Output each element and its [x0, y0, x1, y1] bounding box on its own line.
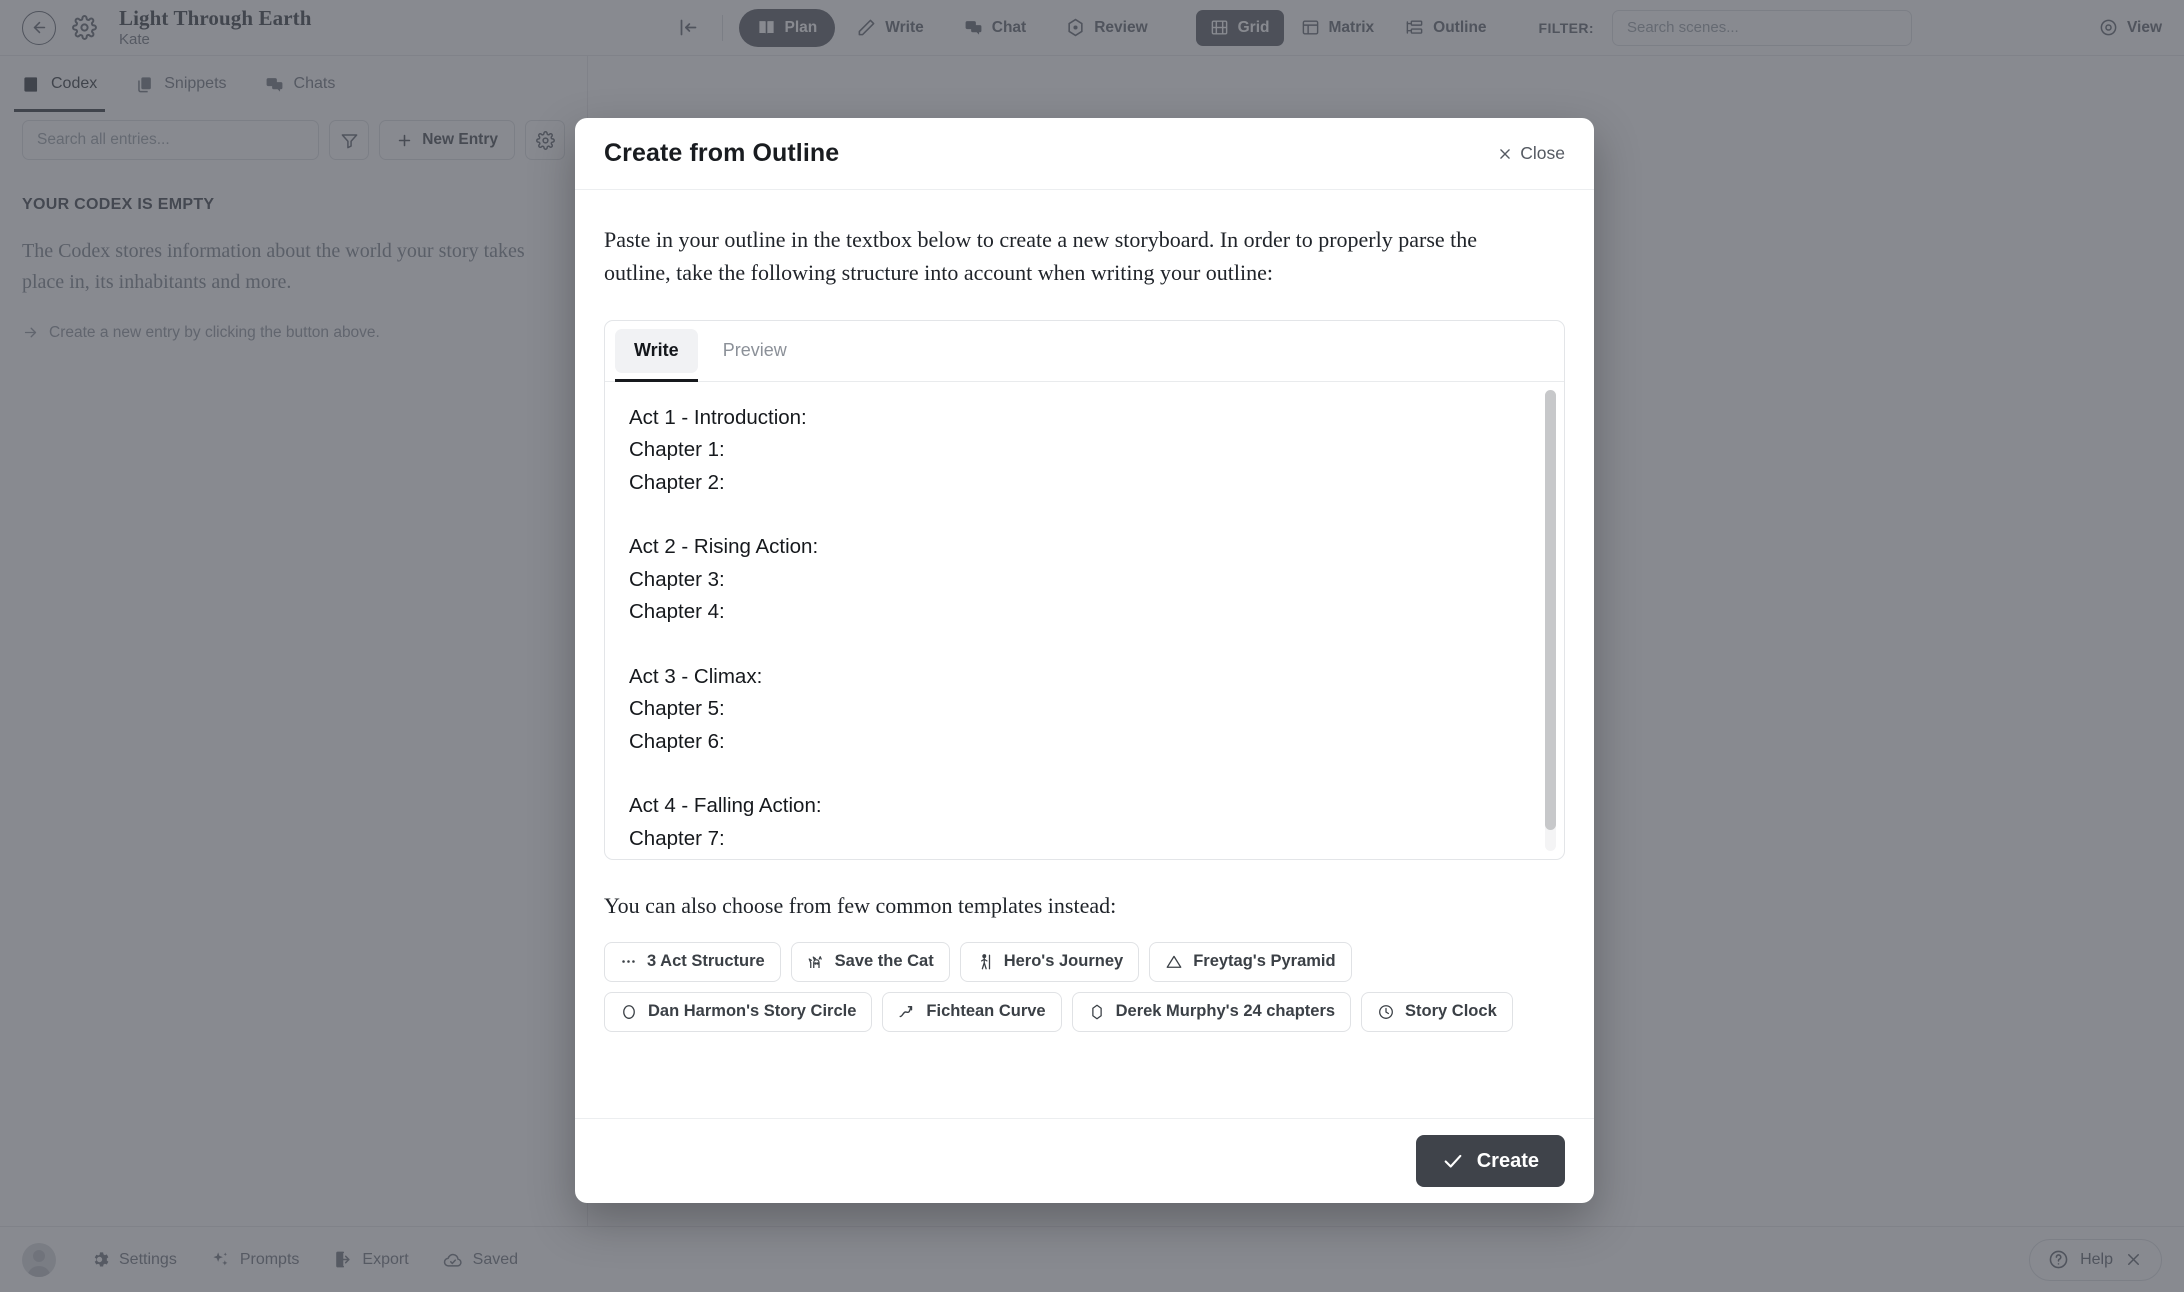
octagon-icon — [1088, 1003, 1106, 1021]
dialog-body: Paste in your outline in the textbox bel… — [575, 190, 1594, 1118]
template-dan-harmons-story-circle[interactable]: Dan Harmon's Story Circle — [604, 991, 873, 1032]
outline-scrollbar-thumb[interactable] — [1545, 389, 1556, 830]
create-button-label: Create — [1476, 1149, 1539, 1172]
trend-up-icon — [898, 1003, 916, 1021]
outline-scrollbar[interactable] — [1545, 389, 1556, 851]
dialog-footer: Create — [575, 1118, 1594, 1203]
dots-icon — [620, 953, 637, 970]
close-button[interactable]: Close — [1498, 143, 1565, 164]
cat-icon — [807, 953, 825, 971]
hiker-icon — [976, 953, 994, 971]
template-derek-murphys-24-chapters-label: Derek Murphy's 24 chapters — [1115, 1002, 1336, 1021]
dialog-instructions: Paste in your outline in the textbox bel… — [604, 227, 1478, 286]
templates-lead: You can also choose from few common temp… — [604, 892, 1117, 918]
dialog-title: Create from Outline — [604, 139, 840, 167]
template-fichtean-curve[interactable]: Fichtean Curve — [882, 991, 1062, 1032]
close-button-label: Close — [1520, 143, 1565, 163]
outline-textarea-wrap: Act 1 - Introduction: Chapter 1: Chapter… — [605, 382, 1564, 859]
check-icon — [1442, 1150, 1464, 1172]
tab-write[interactable]: Write — [615, 328, 698, 382]
template-3-act-structure-label: 3 Act Structure — [647, 952, 765, 971]
template-freytags-pyramid[interactable]: Freytag's Pyramid — [1149, 941, 1352, 982]
template-chip-row: Dan Harmon's Story Circle Fichtean Curve… — [604, 991, 1565, 1032]
create-from-outline-dialog: Create from Outline Close Paste in your … — [575, 118, 1594, 1203]
create-button[interactable]: Create — [1415, 1135, 1565, 1187]
tab-write-label: Write — [634, 340, 679, 361]
template-save-the-cat-label: Save the Cat — [834, 952, 934, 971]
template-story-clock-label: Story Clock — [1405, 1002, 1497, 1021]
circle-icon — [620, 1003, 638, 1021]
tab-preview[interactable]: Preview — [704, 329, 806, 373]
outline-editor: Write Preview Act 1 - Introduction: Chap… — [604, 319, 1565, 860]
template-chip-group: 3 Act Structure Save the Cat Hero's Jour… — [604, 941, 1565, 1032]
template-freytags-pyramid-label: Freytag's Pyramid — [1193, 952, 1336, 971]
template-dan-harmons-story-circle-label: Dan Harmon's Story Circle — [648, 1002, 857, 1021]
template-chip-row: 3 Act Structure Save the Cat Hero's Jour… — [604, 941, 1565, 982]
template-derek-murphys-24-chapters[interactable]: Derek Murphy's 24 chapters — [1071, 991, 1352, 1032]
template-heros-journey-label: Hero's Journey — [1003, 952, 1124, 971]
editor-tabs: Write Preview — [605, 321, 1564, 382]
triangle-icon — [1165, 953, 1183, 971]
clock-icon — [1377, 1003, 1395, 1021]
template-3-act-structure[interactable]: 3 Act Structure — [604, 941, 781, 982]
template-story-clock[interactable]: Story Clock — [1361, 991, 1513, 1032]
tab-preview-label: Preview — [722, 340, 787, 361]
outline-textarea[interactable]: Act 1 - Introduction: Chapter 1: Chapter… — [605, 382, 1564, 859]
dialog-header: Create from Outline Close — [575, 118, 1594, 190]
template-fichtean-curve-label: Fichtean Curve — [926, 1002, 1046, 1021]
template-heros-journey[interactable]: Hero's Journey — [959, 941, 1140, 982]
close-x-icon — [1498, 147, 1512, 161]
template-save-the-cat[interactable]: Save the Cat — [790, 941, 950, 982]
